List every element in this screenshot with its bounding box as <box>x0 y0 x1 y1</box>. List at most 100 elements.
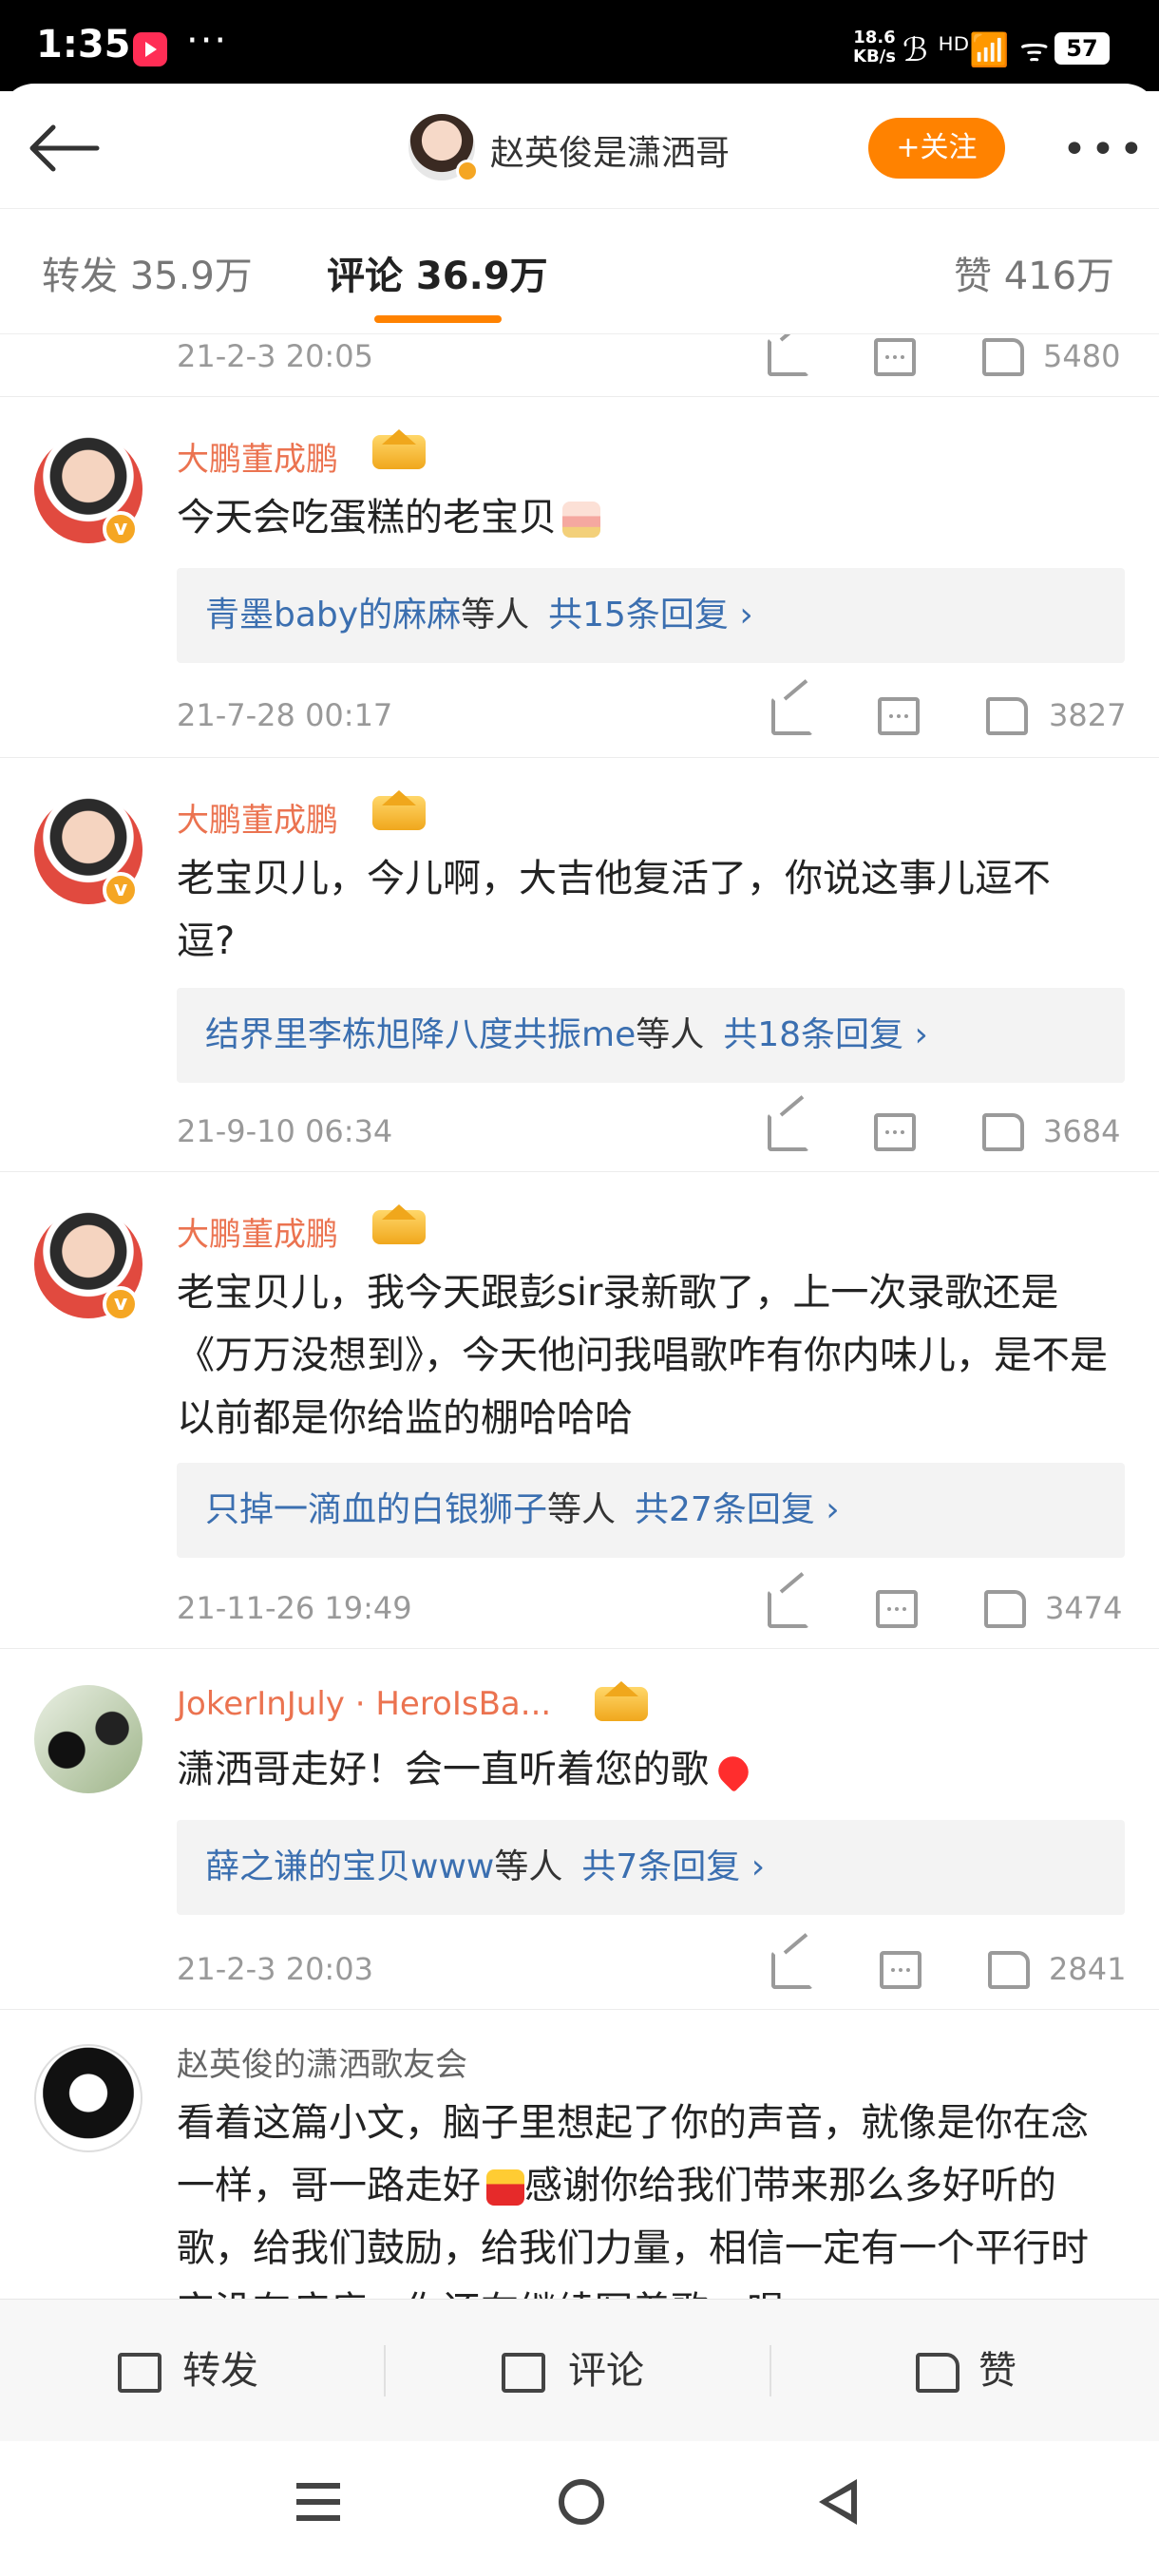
author-name[interactable]: 赵英俊是潇洒哥 <box>490 125 730 175</box>
like-label: 赞 <box>978 2349 1016 2393</box>
vip-crown-icon <box>372 429 426 469</box>
like-count: 3474 <box>1045 1590 1123 1626</box>
share-icon[interactable] <box>768 1113 809 1151</box>
reply-preview[interactable]: 青墨baby的麻麻等人 共15条回复 › <box>177 568 1125 663</box>
comment-text: 老宝贝儿，今儿啊，大吉他复活了，你说这事儿逗不逗? <box>177 857 1051 963</box>
reply-users[interactable]: 只掉一滴血的白银狮子 <box>205 1490 547 1529</box>
like-icon[interactable] <box>988 1951 1030 1989</box>
comment-partial: 21-2-3 20:05 5480 <box>0 334 1159 397</box>
comment-date: 21-2-3 20:03 <box>177 1951 373 1987</box>
reply-suffix: 等人 <box>636 1015 705 1054</box>
app-notification-icon <box>133 32 167 66</box>
comment-button[interactable]: 评论 <box>500 2300 747 2442</box>
like-count: 2841 <box>1049 1951 1127 1987</box>
reply-users[interactable]: 青墨baby的麻麻 <box>205 596 461 635</box>
comment-date: 21-2-3 20:05 <box>177 338 373 374</box>
comment-text: 看着这篇小文，脑子里想起了你的声音，就像是你在念一样，哥一路走好 感谢你给我们带来… <box>177 2092 1108 2299</box>
like-count: 5480 <box>1043 338 1121 374</box>
net-speed-value: 18.6 <box>853 28 896 47</box>
candle-emoji-icon <box>486 2169 524 2206</box>
like-icon[interactable] <box>982 1113 1024 1151</box>
reply-preview[interactable]: 只掉一滴血的白银狮子等人 共27条回复 › <box>177 1463 1125 1558</box>
reply-suffix: 等人 <box>547 1490 617 1529</box>
commenter-avatar[interactable] <box>34 1685 142 1793</box>
post-tabs: 转发 35.9万 评论 36.9万 赞 416万 <box>0 209 1159 334</box>
reply-users[interactable]: 结界里李栋旭降八度共振me <box>205 1015 636 1054</box>
tab-repost[interactable]: 转发 35.9万 <box>42 245 253 300</box>
like-icon[interactable] <box>984 1590 1026 1628</box>
status-more-dots: ··· <box>186 19 229 63</box>
commenter-name[interactable]: 大鹏董成鹏 <box>177 1208 338 1255</box>
tab-likes[interactable]: 赞 416万 <box>954 245 1114 300</box>
vip-crown-icon <box>595 1681 648 1721</box>
verified-badge-icon: v <box>103 511 139 547</box>
comment-icon[interactable] <box>878 697 920 735</box>
reply-preview[interactable]: 薛之谦的宝贝www等人 共7条回复 › <box>177 1820 1125 1915</box>
like-icon[interactable] <box>986 697 1028 735</box>
tab-comments[interactable]: 评论 36.9万 <box>327 245 548 300</box>
comment-list[interactable]: 21-2-3 20:05 5480 v 大鹏董成鹏 今天会吃蛋糕的老宝贝 青墨b… <box>0 334 1159 2299</box>
comment-text-body: 今天会吃蛋糕的老宝贝 <box>177 496 557 540</box>
commenter-name[interactable]: 赵英俊的潇洒歌友会 <box>177 2038 467 2085</box>
comment-date: 21-11-26 19:49 <box>177 1590 412 1626</box>
reply-users[interactable]: 薛之谦的宝贝www <box>205 1847 494 1886</box>
reply-count-link[interactable]: 共15条回复 › <box>548 596 753 635</box>
thumbs-up-icon <box>916 2353 960 2393</box>
repost-label: 转发 <box>182 2349 258 2393</box>
reply-suffix: 等人 <box>494 1847 563 1886</box>
comment-icon[interactable] <box>876 1590 918 1628</box>
author-avatar[interactable] <box>408 114 479 182</box>
status-time: 1:35 <box>36 23 131 66</box>
status-bar: 1:35 ··· 18.6 KB/s ℬ ᴴᴰ📶 ᯤ 57 <box>0 0 1159 91</box>
post-header: 赵英俊是潇洒哥 +关注 ••• <box>0 84 1159 209</box>
net-speed-unit: KB/s <box>853 47 896 66</box>
commenter-name[interactable]: 大鹏董成鹏 <box>177 433 338 480</box>
home-icon[interactable] <box>559 2479 604 2525</box>
reply-count-link[interactable]: 共18条回复 › <box>723 1015 928 1054</box>
like-count: 3827 <box>1049 697 1127 733</box>
back-arrow-icon[interactable] <box>27 122 103 175</box>
verified-badge-icon: v <box>103 872 139 908</box>
commenter-name[interactable]: 大鹏董成鹏 <box>177 794 338 841</box>
comment-item: 赵英俊的潇洒歌友会 看着这篇小文，脑子里想起了你的声音，就像是你在念一样，哥一路… <box>0 2010 1159 2299</box>
share-icon[interactable] <box>771 697 813 735</box>
comment-icon[interactable] <box>880 1951 922 1989</box>
verified-badge-icon: v <box>103 1286 139 1322</box>
reply-preview[interactable]: 结界里李栋旭降八度共振me等人 共18条回复 › <box>177 988 1125 1083</box>
divider <box>384 2345 386 2396</box>
comment-item: v 大鹏董成鹏 老宝贝儿，我今天跟彭sir录新歌了，上一次录歌还是《万万没想到》… <box>0 1172 1159 1649</box>
repost-button[interactable]: 转发 <box>114 2300 361 2442</box>
signal-wifi-icons: ℬ ᴴᴰ📶 ᯤ <box>902 31 1050 69</box>
verified-badge-icon <box>456 160 479 182</box>
vip-crown-icon <box>372 1204 426 1244</box>
commenter-avatar[interactable] <box>34 2044 142 2152</box>
repost-icon <box>118 2353 162 2393</box>
comment-icon[interactable] <box>874 1113 916 1151</box>
reply-count-link[interactable]: 共7条回复 › <box>581 1847 765 1886</box>
heart-emoji-icon <box>712 1750 755 1793</box>
more-icon[interactable]: ••• <box>1062 125 1148 174</box>
comment-text: 潇洒哥走好！会一直听着您的歌 <box>177 1738 1108 1801</box>
bottom-action-bar: 转发 评论 赞 <box>0 2299 1159 2441</box>
comment-date: 21-7-28 00:17 <box>177 697 393 733</box>
net-speed: 18.6 KB/s <box>853 28 896 66</box>
divider <box>770 2345 771 2396</box>
battery-icon: 57 <box>1054 32 1110 65</box>
like-button[interactable]: 赞 <box>914 2300 1104 2442</box>
reply-suffix: 等人 <box>461 596 530 635</box>
share-icon[interactable] <box>768 1590 809 1628</box>
reply-count-link[interactable]: 共27条回复 › <box>635 1490 840 1529</box>
comment-icon[interactable] <box>874 338 916 376</box>
recent-apps-icon[interactable] <box>296 2483 340 2521</box>
comment-label: 评论 <box>568 2349 644 2393</box>
follow-button[interactable]: +关注 <box>868 118 1005 179</box>
comment-text-body: 潇洒哥走好！会一直听着您的歌 <box>177 1748 709 1791</box>
commenter-name[interactable]: JokerInJuly · HeroIsBa... <box>177 1685 551 1723</box>
comment-text: 今天会吃蛋糕的老宝贝 <box>177 486 1108 549</box>
back-triangle-icon[interactable] <box>819 2479 857 2525</box>
share-icon[interactable] <box>768 338 809 376</box>
share-icon[interactable] <box>771 1951 813 1989</box>
like-icon[interactable] <box>982 338 1024 376</box>
cake-emoji-icon <box>562 502 600 538</box>
comment-bubble-icon <box>502 2353 545 2393</box>
